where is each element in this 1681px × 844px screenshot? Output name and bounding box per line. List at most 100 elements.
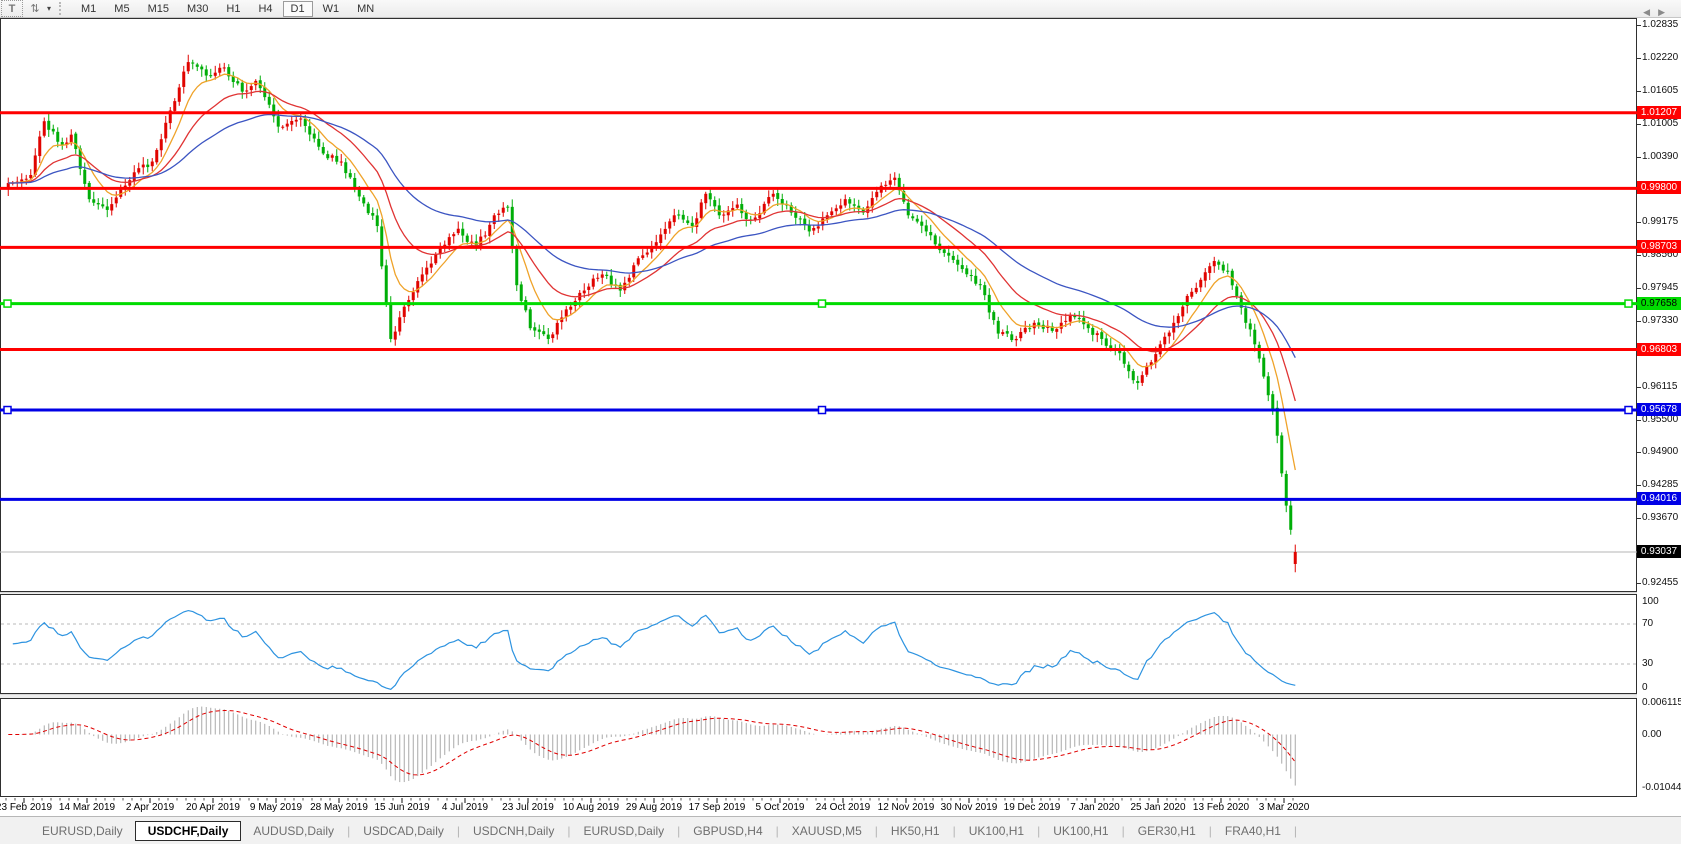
- date-label: 17 Sep 2019: [689, 802, 746, 813]
- chart-tab-ger30-h1[interactable]: GER30,H1: [1126, 821, 1208, 841]
- timeframe-button-group: M1M5M15M30H1H4D1W1MN: [72, 1, 383, 17]
- top-toolbar: T ⇅ ▾ M1M5M15M30H1H4D1W1MN: [0, 0, 1681, 18]
- date-label: 24 Oct 2019: [816, 802, 870, 813]
- price-tick-mark: [1637, 91, 1641, 92]
- hline-handle[interactable]: [4, 407, 11, 414]
- chart-tab-hk50-h1[interactable]: HK50,H1: [879, 821, 952, 841]
- date-label: 5 Oct 2019: [756, 802, 805, 813]
- tab-separator: |: [1293, 824, 1298, 838]
- rsi-scale-label: 30: [1642, 658, 1653, 669]
- date-label: 14 Mar 2019: [59, 802, 115, 813]
- text-tool-icon[interactable]: T: [1, 0, 23, 17]
- timeframe-button-m1[interactable]: M1: [73, 1, 104, 17]
- date-label: 23 Jul 2019: [502, 802, 554, 813]
- date-label: 9 May 2019: [250, 802, 302, 813]
- timeframe-button-h1[interactable]: H1: [218, 1, 248, 17]
- price-tick-mark: [1637, 485, 1641, 486]
- chart-tab-uk100-h1[interactable]: UK100,H1: [1041, 821, 1120, 841]
- price-tick-mark: [1637, 452, 1641, 453]
- chart-tab-audusd-daily[interactable]: AUDUSD,Daily: [241, 821, 346, 841]
- price-tick-label: 1.01005: [1642, 118, 1678, 129]
- price-tick-label: 1.00390: [1642, 151, 1678, 162]
- price-tick-label: 0.99175: [1642, 216, 1678, 227]
- chart-tab-usdcad-daily[interactable]: USDCAD,Daily: [351, 821, 456, 841]
- date-label: 20 Apr 2019: [186, 802, 240, 813]
- date-label: 13 Feb 2020: [1193, 802, 1249, 813]
- candles-group: [7, 55, 1297, 573]
- date-label: 10 Aug 2019: [563, 802, 619, 813]
- price-axis[interactable]: 1.02835 1.02220 1.01605 1.01005 1.00390 0.991…: [1637, 18, 1681, 798]
- chart-tab-usdcnh-daily[interactable]: USDCNH,Daily: [461, 821, 566, 841]
- current-price-badge: 0.93037: [1637, 545, 1681, 558]
- arrows-tool-icon[interactable]: ⇅: [25, 1, 45, 16]
- rsi-scale-label: 70: [1642, 618, 1653, 629]
- date-label: 12 Nov 2019: [878, 802, 935, 813]
- hline-handle[interactable]: [819, 300, 826, 307]
- hline-handle[interactable]: [4, 300, 11, 307]
- price-tick-mark: [1637, 58, 1641, 59]
- price-tick-mark: [1637, 518, 1641, 519]
- tab-scroll-right-icon[interactable]: ▶: [1658, 7, 1673, 17]
- date-label: 4 Jul 2019: [442, 802, 488, 813]
- macd-scale-label: 0.00: [1642, 729, 1661, 740]
- hline-handle[interactable]: [1625, 407, 1632, 414]
- price-badge-0.94016: 0.94016: [1637, 492, 1681, 505]
- price-tick-mark: [1637, 288, 1641, 289]
- timeframe-button-d1[interactable]: D1: [283, 1, 313, 17]
- chart-tab-uk100-h1[interactable]: UK100,H1: [957, 821, 1036, 841]
- price-tick-mark: [1637, 124, 1641, 125]
- price-badge-0.99800: 0.99800: [1637, 181, 1681, 194]
- hline-handle[interactable]: [819, 407, 826, 414]
- arrows-dropdown-caret[interactable]: ▾: [47, 4, 51, 13]
- chart-tab-fra40-h1[interactable]: FRA40,H1: [1213, 821, 1293, 841]
- price-tick-label: 0.93670: [1642, 512, 1678, 523]
- date-label: 7 Jan 2020: [1070, 802, 1120, 813]
- price-tick-label: 1.02835: [1642, 19, 1678, 30]
- timeframe-button-h4[interactable]: H4: [250, 1, 280, 17]
- timeframe-button-m30[interactable]: M30: [179, 1, 216, 17]
- price-tick-mark: [1637, 25, 1641, 26]
- date-label: 30 Nov 2019: [941, 802, 998, 813]
- timeframe-button-m5[interactable]: M5: [106, 1, 137, 17]
- price-tick-label: 1.02220: [1642, 52, 1678, 63]
- chart-tab-bar: EURUSD,DailyUSDCHF,DailyAUDUSD,Daily|USD…: [0, 816, 1681, 844]
- date-label: 3 Mar 2020: [1259, 802, 1310, 813]
- price-tick-mark: [1637, 255, 1641, 256]
- date-label: 19 Dec 2019: [1004, 802, 1061, 813]
- timeframe-button-w1[interactable]: W1: [315, 1, 348, 17]
- price-tick-label: 0.94285: [1642, 479, 1678, 490]
- hline-handle[interactable]: [1625, 300, 1632, 307]
- chart-tab-eurusd-daily[interactable]: EURUSD,Daily: [30, 821, 135, 841]
- date-label: 23 Feb 2019: [0, 802, 52, 813]
- toolbar-grip: [59, 2, 66, 15]
- date-label: 2 Apr 2019: [126, 802, 174, 813]
- price-tick-mark: [1637, 157, 1641, 158]
- date-label: 29 Aug 2019: [626, 802, 682, 813]
- chart-tab-usdchf-daily[interactable]: USDCHF,Daily: [135, 821, 242, 841]
- chart-tab-xauusd-m5[interactable]: XAUUSD,M5: [780, 821, 874, 841]
- price-tick-mark: [1637, 583, 1641, 584]
- price-tick-mark: [1637, 222, 1641, 223]
- macd-histogram: [8, 707, 1295, 786]
- price-badge-1.01207: 1.01207: [1637, 106, 1681, 119]
- date-axis[interactable]: 23 Feb 2019 14 Mar 2019 2 Apr 2019 20 Apr 2…: [0, 798, 1637, 816]
- price-badge-0.95678: 0.95678: [1637, 403, 1681, 416]
- price-badge-0.97658: 0.97658: [1637, 297, 1681, 310]
- terminal-window: T ⇅ ▾ M1M5M15M30H1H4D1W1MN ▼ USDCHF,Dail…: [0, 0, 1681, 844]
- macd-scale-label: -0.010441: [1642, 782, 1681, 793]
- date-label: 25 Jan 2020: [1130, 802, 1185, 813]
- macd-indicator-canvas[interactable]: [0, 698, 1637, 797]
- timeframe-button-mn[interactable]: MN: [349, 1, 382, 17]
- timeframe-button-m15[interactable]: M15: [140, 1, 177, 17]
- chart-tab-eurusd-daily[interactable]: EURUSD,Daily: [571, 821, 676, 841]
- date-label: 28 May 2019: [310, 802, 368, 813]
- price-tick-label: 0.97945: [1642, 282, 1678, 293]
- rsi-indicator-canvas[interactable]: [0, 594, 1637, 694]
- tab-scroll-arrows: ◀▶: [1643, 7, 1673, 18]
- price-tick-label: 1.01605: [1642, 85, 1678, 96]
- price-chart-canvas[interactable]: [0, 18, 1637, 592]
- chart-tab-gbpusd-h4[interactable]: GBPUSD,H4: [681, 821, 774, 841]
- price-tick-mark: [1637, 321, 1641, 322]
- macd-scale-label: 0.006115: [1642, 697, 1681, 708]
- tab-scroll-left-icon[interactable]: ◀: [1643, 7, 1658, 17]
